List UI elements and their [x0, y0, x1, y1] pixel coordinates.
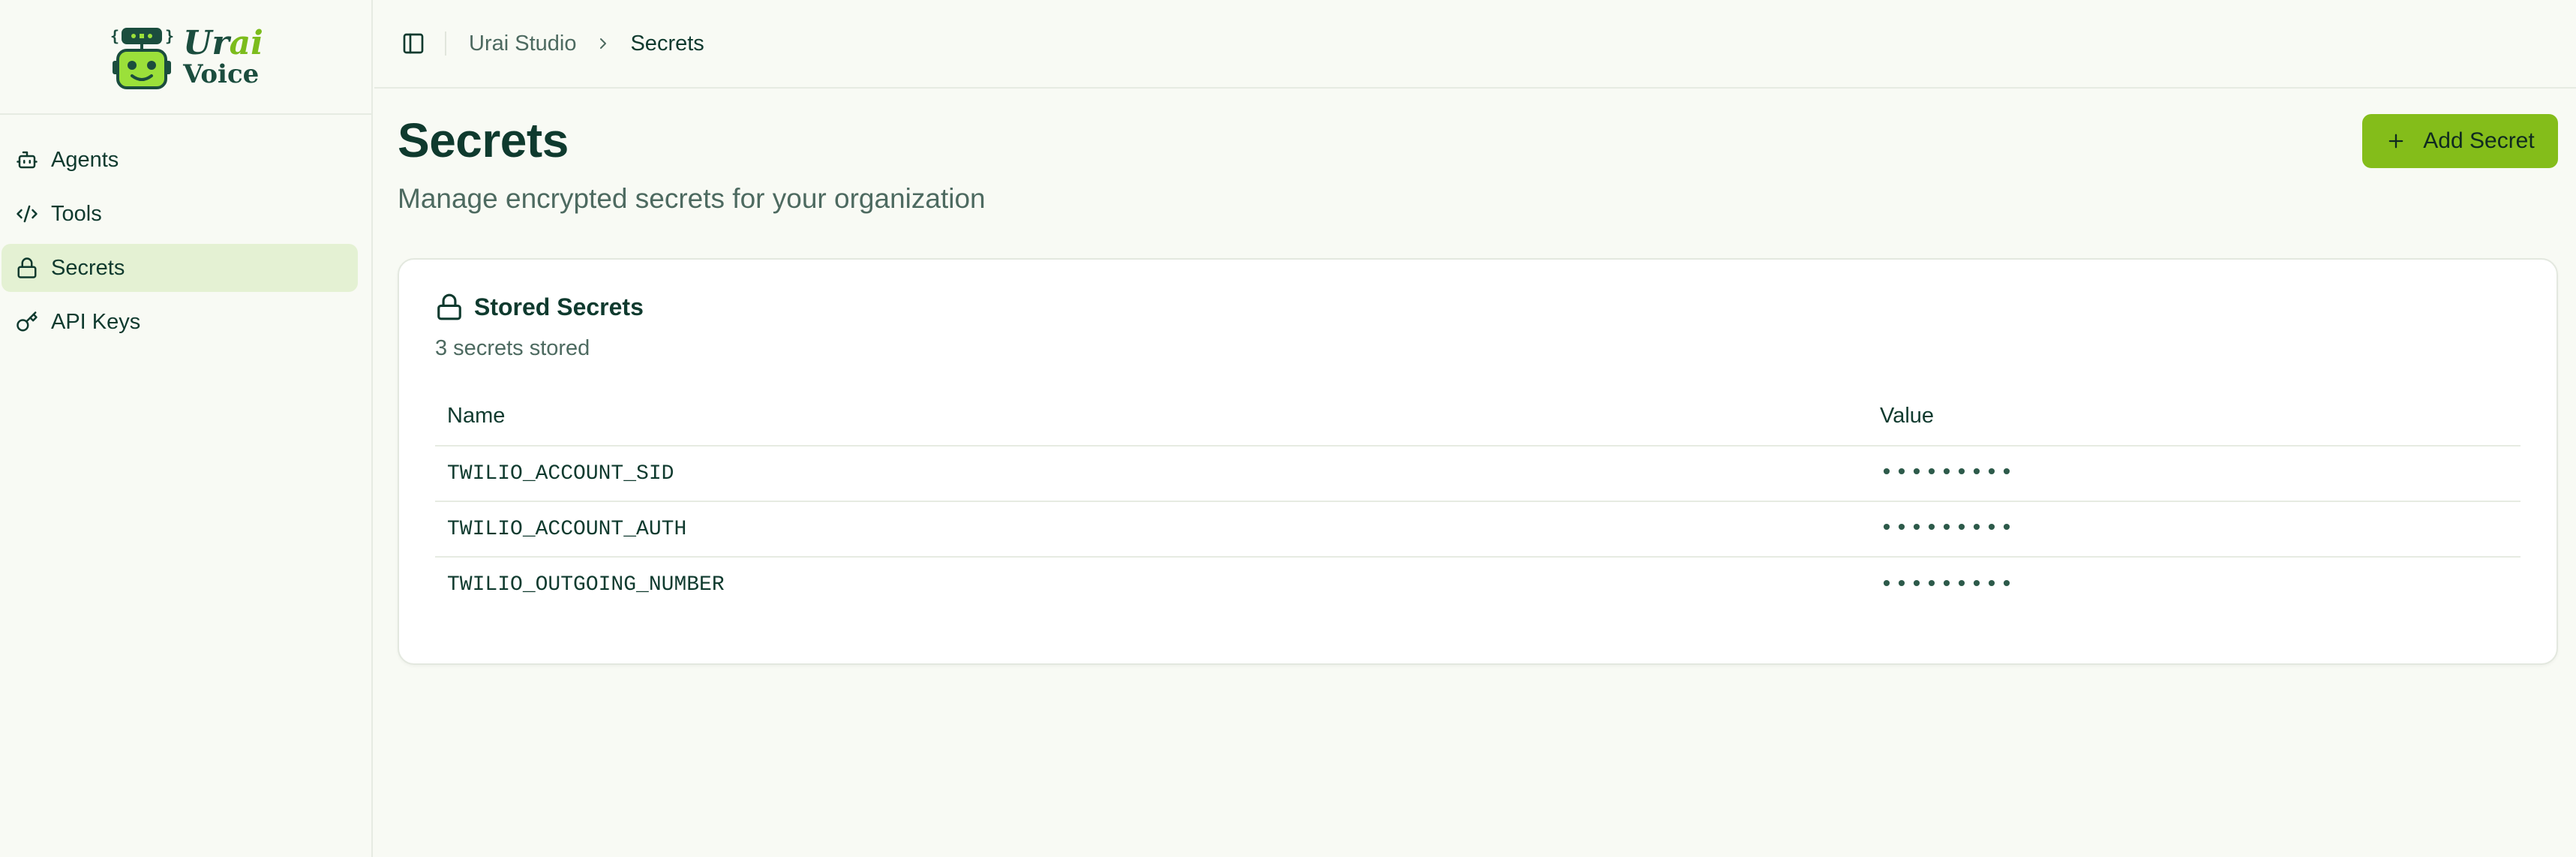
- card-title: Stored Secrets: [474, 293, 644, 320]
- secret-name: TWILIO_ACCOUNT_SID: [435, 446, 1868, 502]
- secrets-table: Name Value TWILIO_ACCOUNT_SID ••••••••• …: [435, 387, 2520, 612]
- topbar: Urai Studio Secrets: [374, 0, 2576, 89]
- logo-subword: Voice: [183, 59, 260, 89]
- sidebar-item-label: Tools: [51, 201, 102, 226]
- sidebar-item-api-keys[interactable]: API Keys: [2, 298, 358, 346]
- sidebar-item-label: Agents: [51, 147, 119, 172]
- logo-wordmark: Urai: [183, 23, 263, 62]
- logo-area: { } Urai Voice: [0, 0, 371, 115]
- breadcrumb-item-current: Secrets: [630, 31, 704, 56]
- page-title: Secrets: [398, 113, 569, 167]
- secret-name: TWILIO_ACCOUNT_AUTH: [435, 501, 1868, 558]
- secret-value-masked: •••••••••: [1868, 446, 2520, 502]
- bot-icon: [15, 148, 39, 172]
- stored-secrets-card: Stored Secrets 3 secrets stored Name Val…: [398, 258, 2558, 665]
- code-icon: [15, 202, 39, 226]
- sidebar-toggle-button[interactable]: [398, 29, 428, 59]
- secret-value-masked: •••••••••: [1880, 572, 2016, 598]
- column-header-name: Name: [435, 387, 1868, 447]
- add-secret-label: Add Secret: [2423, 128, 2535, 153]
- sidebar-item-tools[interactable]: Tools: [2, 190, 358, 238]
- sidebar-nav: Agents Tools Secrets API Keys: [0, 115, 371, 346]
- robot-logo-icon: { }: [110, 27, 174, 89]
- sidebar-item-label: Secrets: [51, 255, 125, 280]
- lock-icon: [437, 293, 461, 320]
- logo[interactable]: { } Urai Voice: [108, 23, 263, 91]
- panel-left-icon: [403, 33, 424, 54]
- card-header: Stored Secrets: [435, 293, 644, 321]
- breadcrumb-item-studio[interactable]: Urai Studio: [469, 32, 576, 56]
- table-row[interactable]: TWILIO_OUTGOING_NUMBER •••••••••: [435, 557, 2520, 612]
- sidebar-item-secrets[interactable]: Secrets: [2, 244, 358, 292]
- key-icon: [15, 310, 39, 334]
- chevron-right-icon: [594, 35, 612, 53]
- main-content: Secrets Manage encrypted secrets for you…: [374, 90, 2576, 857]
- secrets-count: 3 secrets stored: [435, 336, 590, 360]
- table-row[interactable]: TWILIO_ACCOUNT_AUTH •••••••••: [435, 501, 2520, 558]
- svg-text:}: }: [165, 27, 174, 45]
- table-row[interactable]: TWILIO_ACCOUNT_SID •••••••••: [435, 446, 2520, 502]
- secret-name: TWILIO_OUTGOING_NUMBER: [447, 573, 725, 597]
- page-subtitle: Manage encrypted secrets for your organi…: [398, 183, 986, 214]
- logo-text: Urai Voice: [183, 23, 263, 89]
- svg-text:{: {: [110, 27, 119, 45]
- table-header-row: Name Value: [435, 387, 2520, 447]
- column-header-value: Value: [1868, 387, 2520, 447]
- lock-icon: [15, 256, 39, 280]
- add-secret-button[interactable]: Add Secret: [2362, 114, 2558, 168]
- sidebar-item-label: API Keys: [51, 309, 141, 334]
- plus-icon: [2388, 134, 2403, 149]
- topbar-divider: [445, 32, 446, 56]
- sidebar: { } Urai Voice Agents Tools Secrets API …: [0, 0, 373, 857]
- sidebar-item-agents[interactable]: Agents: [2, 136, 358, 184]
- breadcrumb: Urai Studio Secrets: [469, 32, 704, 56]
- secret-value-masked: •••••••••: [1868, 501, 2520, 558]
